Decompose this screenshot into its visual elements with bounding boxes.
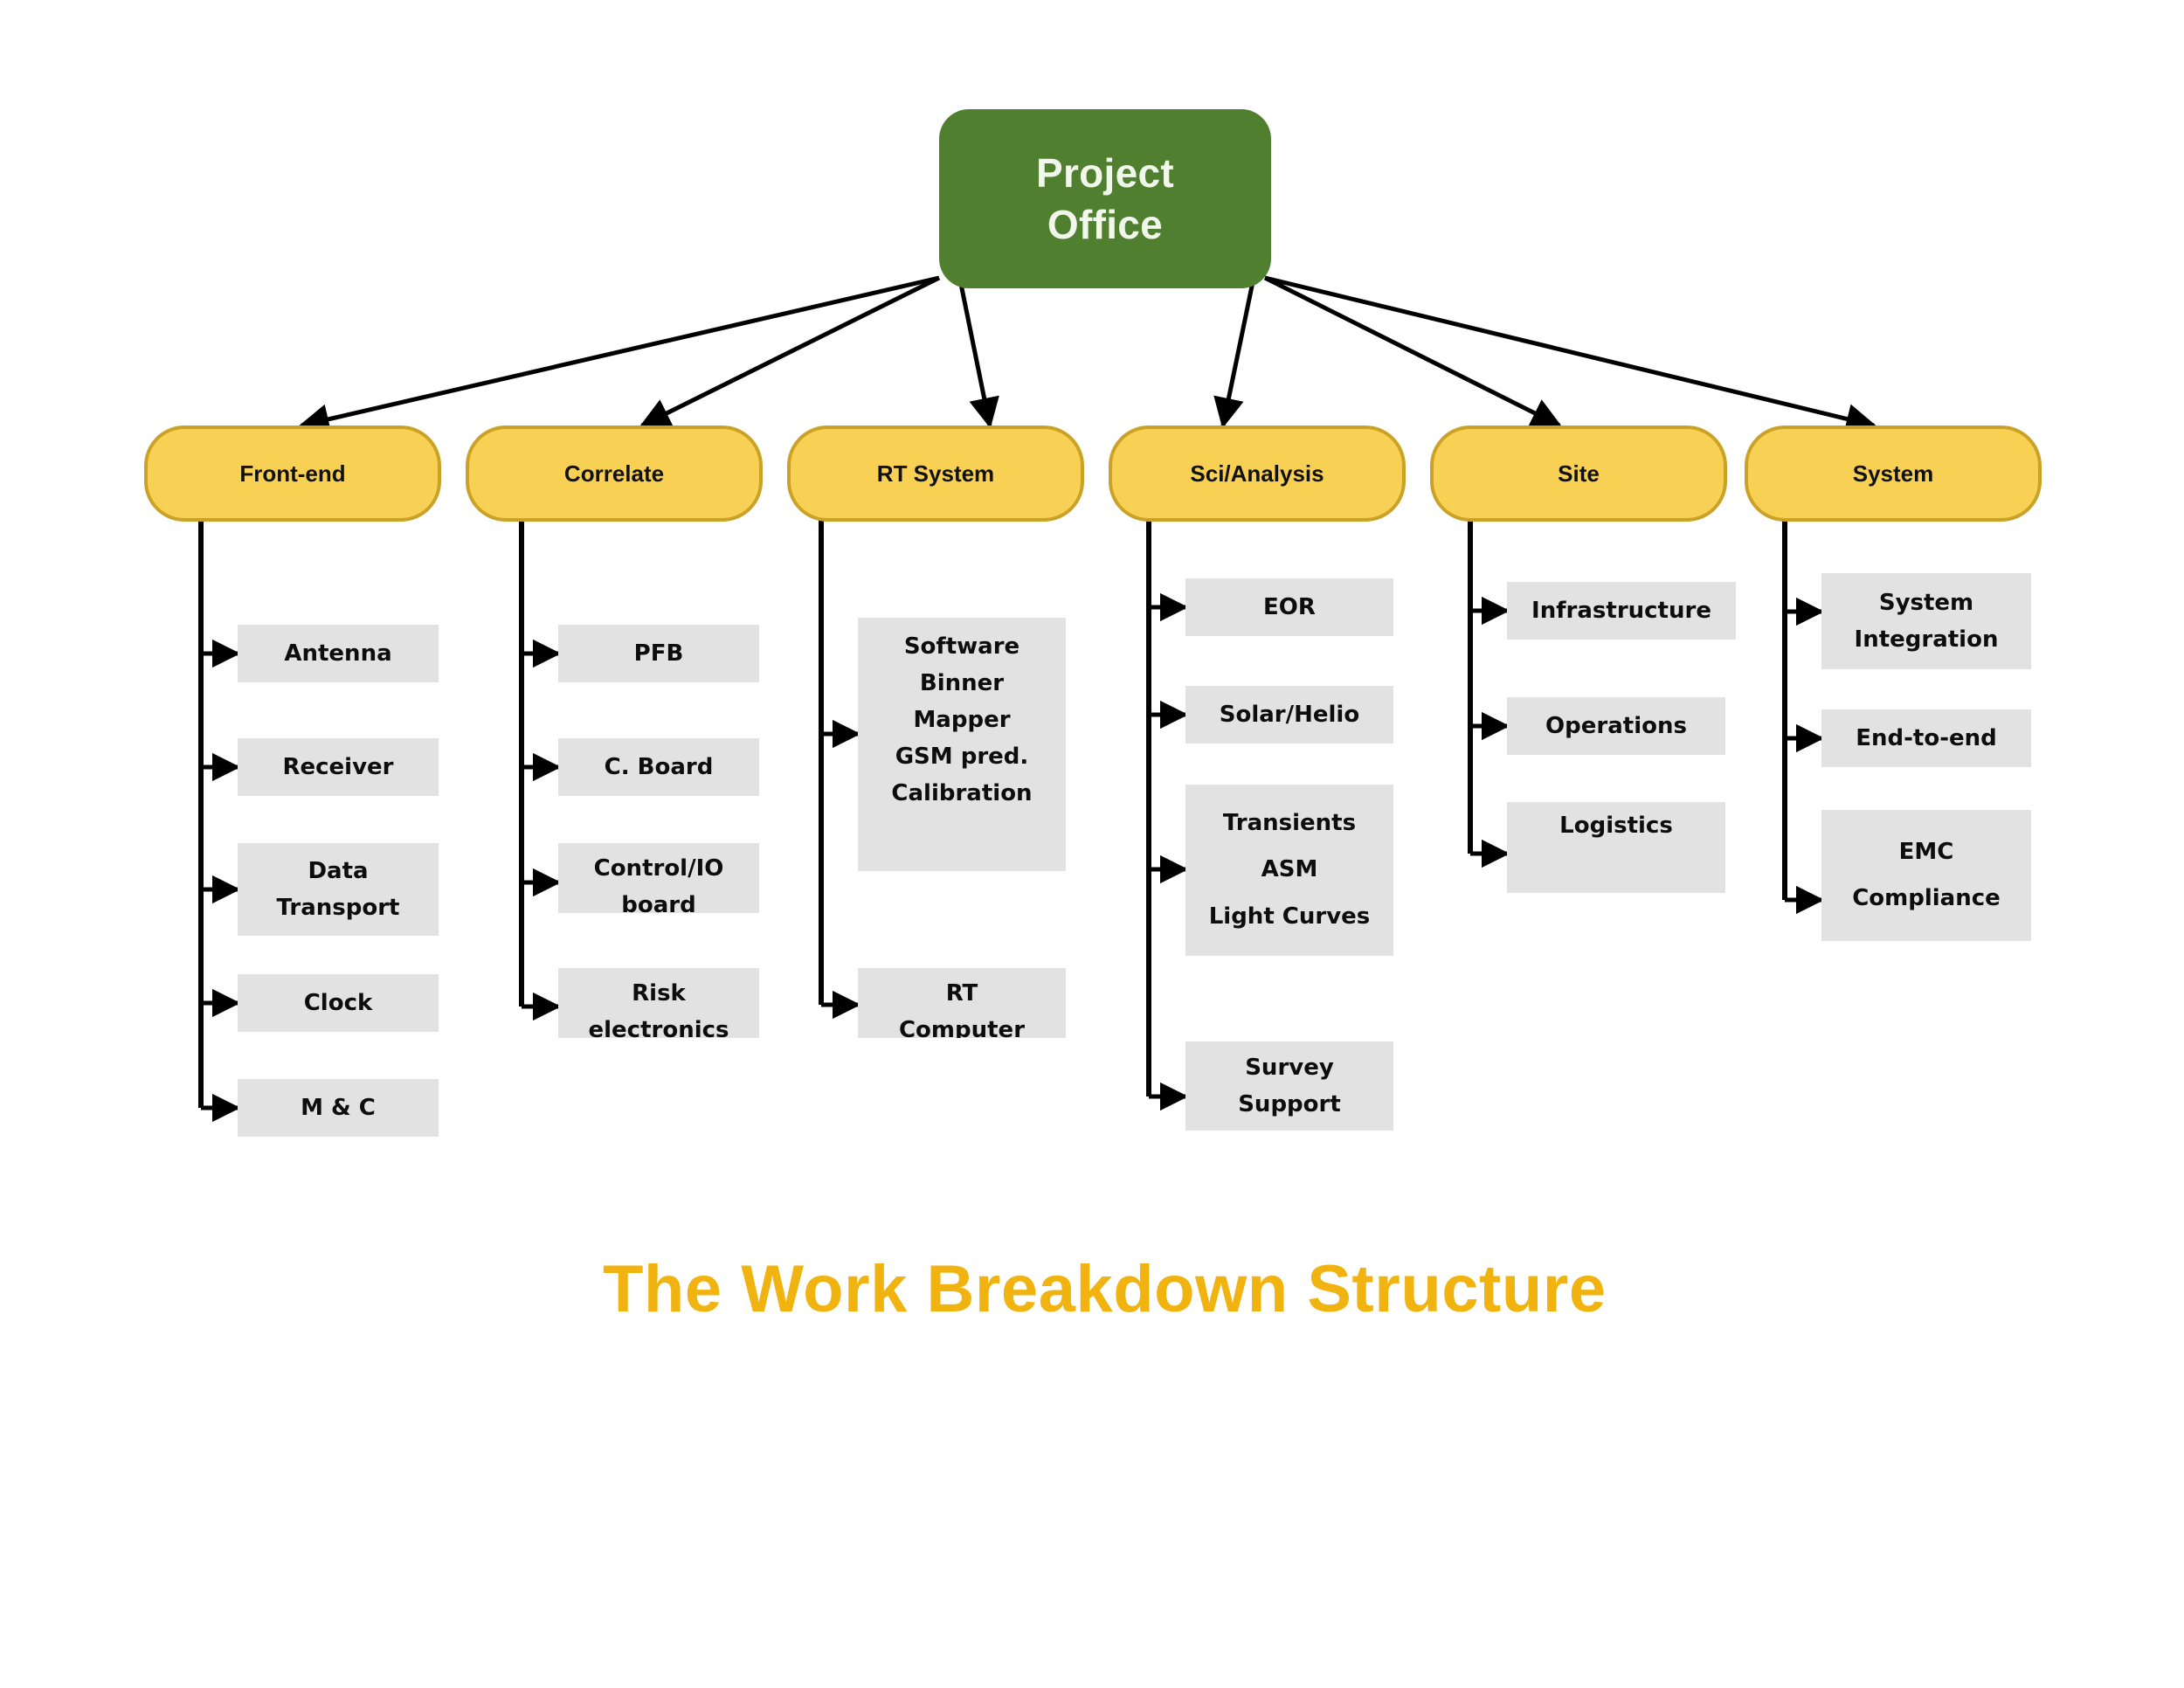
leaf-clock[interactable]: Clock — [238, 974, 439, 1032]
leaf-c-board-line1: C. Board — [604, 754, 714, 780]
leaf-risk-electronics-line1: Risk — [632, 980, 686, 1007]
leaf-software-stack[interactable]: Software Binner Mapper GSM pred. Calibra… — [858, 618, 1066, 871]
node-site-label: Site — [1558, 460, 1600, 487]
site-connectors — [1468, 521, 1510, 868]
leaf-m-and-c-line1: M & C — [301, 1095, 376, 1121]
node-project-office-line1: Project — [1035, 149, 1175, 196]
diagram-caption: The Work Breakdown Structure — [603, 1252, 1607, 1326]
leaf-infrastructure[interactable]: Infrastructure — [1507, 582, 1736, 640]
leaf-solar-helio[interactable]: Solar/Helio — [1185, 686, 1393, 744]
node-project-office-line2: Office — [1047, 201, 1164, 247]
sci-analysis-connectors — [1146, 521, 1189, 1111]
leaf-receiver[interactable]: Receiver — [238, 738, 439, 796]
leaf-operations[interactable]: Operations — [1507, 697, 1725, 755]
leaf-software-stack-line3: Mapper — [913, 707, 1011, 734]
leaf-transients-group-line1: Transients — [1222, 810, 1357, 837]
leaf-end-to-end[interactable]: End-to-end — [1821, 709, 2031, 767]
leaf-rt-computer[interactable]: RT Computer — [858, 968, 1066, 1038]
root-to-category-arrows — [298, 275, 1877, 434]
leaf-solar-helio-line1: Solar/Helio — [1219, 702, 1360, 728]
node-project-office[interactable]: Project Office — [939, 109, 1271, 288]
leaf-pfb-line1: PFB — [633, 640, 684, 667]
leaf-antenna[interactable]: Antenna — [238, 625, 439, 682]
leaf-receiver-line1: Receiver — [282, 754, 394, 780]
leaf-software-stack-line4: GSM pred. — [895, 744, 1029, 771]
node-rt-system[interactable]: RT System — [787, 425, 1084, 522]
leaf-rt-computer-line1: RT — [945, 980, 978, 1007]
node-front-end-label: Front-end — [239, 460, 346, 487]
leaf-transients-group[interactable]: Transients ASM Light Curves — [1185, 785, 1393, 956]
leaf-m-and-c[interactable]: M & C — [238, 1079, 439, 1137]
leaf-risk-electronics-line2: electronics — [588, 1017, 729, 1038]
leaf-emc-compliance-line2: Compliance — [1852, 885, 2001, 911]
leaf-eor-line1: EOR — [1263, 594, 1316, 620]
node-sci-analysis[interactable]: Sci/Analysis — [1109, 425, 1406, 522]
leaf-pfb[interactable]: PFB — [558, 625, 759, 682]
leaf-logistics[interactable]: Logistics — [1507, 802, 1725, 893]
work-breakdown-structure-diagram: Project Office Front-end Correlate RT Sy… — [0, 0, 2184, 1688]
rt-system-connectors — [819, 521, 861, 1020]
leaf-emc-compliance-line1: EMC — [1898, 838, 1954, 865]
node-system[interactable]: System — [1745, 425, 2042, 522]
leaf-end-to-end-line1: End-to-end — [1856, 725, 1997, 751]
leaf-system-integration-line2: Integration — [1854, 626, 1999, 653]
leaf-logistics-line1: Logistics — [1559, 813, 1673, 839]
leaf-transients-group-line2: ASM — [1261, 856, 1318, 883]
leaf-control-io-board-line2: board — [621, 892, 696, 913]
leaf-software-stack-line2: Binner — [919, 670, 1005, 697]
node-front-end[interactable]: Front-end — [144, 425, 441, 522]
leaf-software-stack-line1: Software — [903, 633, 1020, 660]
leaf-data-transport-line1: Data — [308, 857, 369, 884]
leaf-system-integration[interactable]: System Integration — [1821, 573, 2031, 669]
leaf-rt-computer-line2: Computer — [898, 1017, 1026, 1038]
node-site[interactable]: Site — [1430, 425, 1727, 522]
leaf-control-io-board[interactable]: Control/IO board — [558, 843, 759, 913]
leaf-system-integration-line1: System — [1878, 589, 1974, 616]
leaf-operations-line1: Operations — [1545, 713, 1687, 739]
leaf-survey-support[interactable]: Survey Support — [1185, 1041, 1393, 1131]
leaf-survey-support-line2: Support — [1238, 1091, 1341, 1117]
system-connectors — [1782, 521, 1825, 915]
node-correlate[interactable]: Correlate — [466, 425, 763, 522]
leaf-data-transport-line2: Transport — [276, 895, 400, 921]
leaf-emc-compliance[interactable]: EMC Compliance — [1821, 810, 2031, 941]
leaf-clock-line1: Clock — [303, 990, 373, 1016]
leaf-control-io-board-line1: Control/IO — [593, 855, 724, 882]
leaf-transients-group-line3: Light Curves — [1208, 903, 1371, 930]
leaf-data-transport[interactable]: Data Transport — [238, 843, 439, 936]
node-rt-system-label: RT System — [876, 460, 995, 487]
leaf-infrastructure-line1: Infrastructure — [1531, 598, 1711, 624]
leaf-antenna-line1: Antenna — [284, 640, 392, 667]
leaf-c-board[interactable]: C. Board — [558, 738, 759, 796]
leaf-software-stack-line5: Calibration — [891, 780, 1033, 807]
front-end-connectors — [198, 521, 241, 1123]
leaf-risk-electronics[interactable]: Risk electronics — [558, 968, 759, 1038]
node-correlate-label: Correlate — [563, 460, 665, 487]
leaf-eor[interactable]: EOR — [1185, 578, 1393, 636]
leaf-survey-support-line1: Survey — [1245, 1054, 1334, 1081]
node-system-label: System — [1852, 460, 1934, 487]
node-sci-analysis-label: Sci/Analysis — [1190, 460, 1324, 487]
correlate-connectors — [519, 521, 562, 1021]
